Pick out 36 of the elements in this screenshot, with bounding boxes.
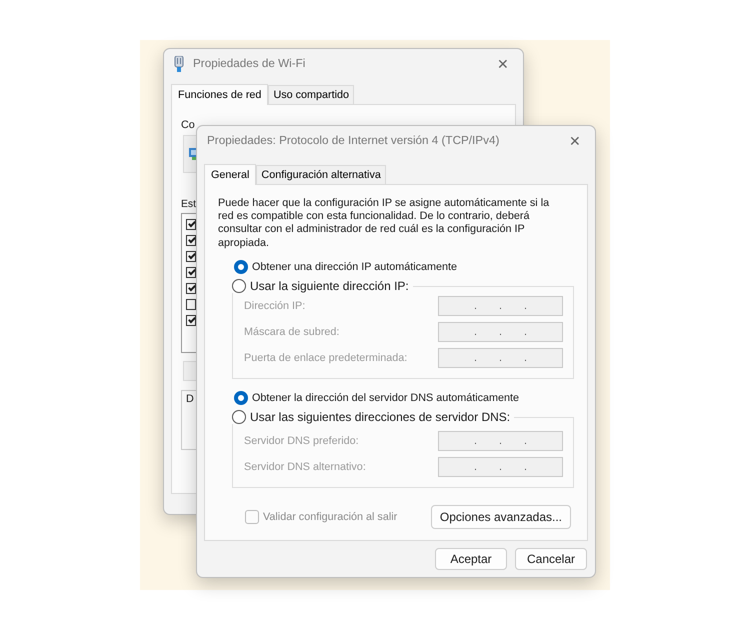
tab[interactable]: Configuración alternativa xyxy=(256,165,386,184)
checkbox-label: Validar configuración al salir xyxy=(263,510,398,526)
checkbox[interactable] xyxy=(186,218,196,230)
field-label: Servidor DNS preferido: xyxy=(244,434,359,450)
radio-label: Obtener una dirección IP automáticamente xyxy=(252,260,458,275)
window-title: Propiedades: Protocolo de Internet versión 4 (TCP/IPv4) xyxy=(207,133,500,150)
checkbox[interactable] xyxy=(186,250,196,262)
description-text: Puede hacer que la configuración IP se asigne automáticamente si la red es compatible con esta funcionalidad. De lo contrario, deberá consultar con el administrador de red cuál es la configuración IP apropiada. xyxy=(218,197,550,250)
close-button[interactable]: ✕ xyxy=(493,57,513,71)
radio-label: Obtener la dirección del servidor DNS automáticamente xyxy=(252,391,520,406)
radio-button[interactable] xyxy=(232,279,246,293)
tab[interactable]: Uso compartido xyxy=(268,85,354,104)
network-adapter-icon xyxy=(174,56,184,72)
checkbox[interactable] xyxy=(186,266,196,278)
ok-button[interactable]: Aceptar xyxy=(435,548,507,570)
window-title: Propiedades de Wi-Fi xyxy=(193,56,306,72)
checkbox[interactable] xyxy=(186,298,196,310)
radio-button[interactable] xyxy=(232,410,246,424)
field-label: Máscara de subred: xyxy=(244,324,340,340)
radio-button[interactable] xyxy=(234,391,248,406)
checkbox[interactable] xyxy=(186,234,196,246)
tab[interactable]: Funciones de red xyxy=(171,84,268,105)
radio-label: Usar las siguientes direcciones de servidor DNS: xyxy=(250,410,510,424)
radio-button[interactable] xyxy=(234,260,248,274)
close-button[interactable]: ✕ xyxy=(565,134,585,148)
cancel-button[interactable]: Cancelar xyxy=(515,548,587,570)
field-label: Est xyxy=(181,198,196,212)
checkbox[interactable] xyxy=(186,282,196,294)
radio-label: Usar la siguiente dirección IP: xyxy=(250,279,409,293)
field-label: Dirección IP: xyxy=(244,298,306,314)
checkbox[interactable] xyxy=(186,314,196,326)
tab[interactable]: General xyxy=(204,164,256,185)
field-label: Co xyxy=(181,118,196,133)
field-label: Puerta de enlace predeterminada: xyxy=(244,350,408,366)
field-label: Servidor DNS alternativo: xyxy=(244,460,366,476)
advanced-options-button[interactable]: Opciones avanzadas... xyxy=(430,505,571,530)
